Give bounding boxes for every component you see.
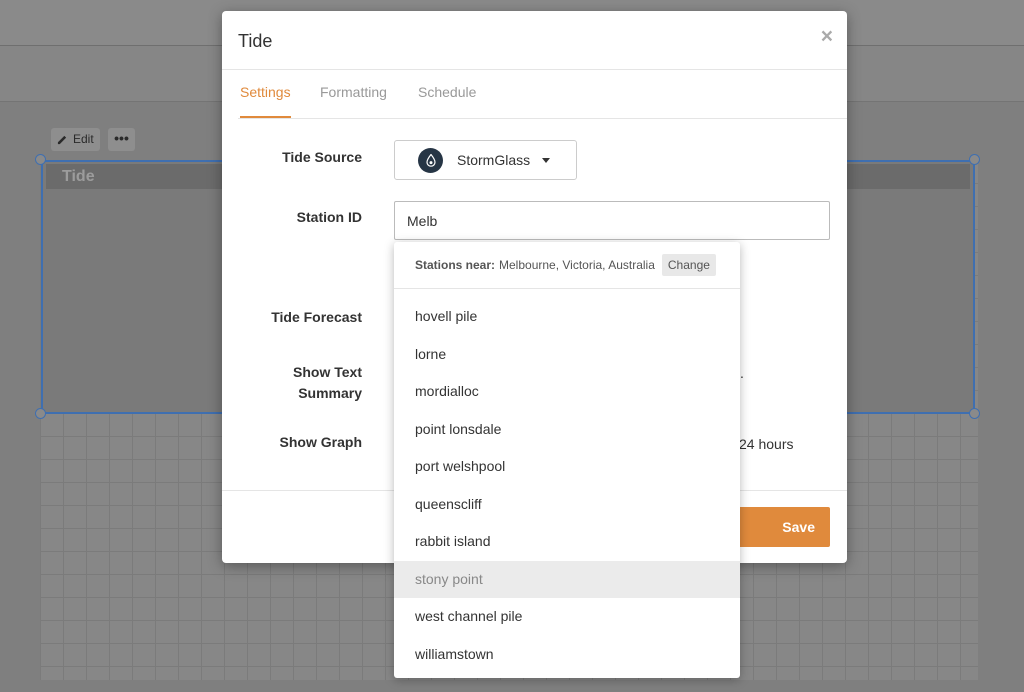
widget-edit-button[interactable]: Edit	[51, 128, 100, 151]
tabs-divider	[238, 118, 847, 119]
resize-handle-bottom-right[interactable]	[969, 408, 980, 419]
station-option[interactable]: point lonsdale	[394, 411, 740, 449]
station-option[interactable]: hovell pile	[394, 298, 740, 336]
tide-forecast-label: Tide Forecast	[271, 309, 362, 325]
close-icon[interactable]: ×	[821, 25, 833, 49]
station-option[interactable]: lorne	[394, 336, 740, 374]
station-list: hovell pile lorne mordialloc point lonsd…	[394, 298, 740, 673]
tab-settings[interactable]: Settings	[240, 84, 291, 118]
show-text-summary-line2: Summary	[298, 385, 362, 401]
show-text-summary-line1: Show Text	[293, 364, 362, 380]
resize-handle-bottom-left[interactable]	[35, 408, 46, 419]
change-location-button[interactable]: Change	[661, 254, 716, 276]
show-graph-label: Show Graph	[279, 434, 362, 450]
station-id-label: Station ID	[296, 209, 362, 225]
resize-handle-top-right[interactable]	[969, 154, 980, 165]
graph-hours-text: 24 hours	[739, 436, 794, 452]
tide-source-label: Tide Source	[282, 149, 362, 165]
show-text-summary-label: Show Text Summary	[222, 362, 362, 404]
modal-title: Tide	[238, 31, 273, 51]
resize-handle-top-left[interactable]	[35, 154, 46, 165]
stations-near-location: Melbourne, Victoria, Australia	[499, 258, 655, 272]
station-option[interactable]: west channel pile	[394, 598, 740, 636]
widget-edit-label: Edit	[73, 132, 94, 146]
widget-more-button[interactable]: •••	[108, 128, 135, 151]
station-option[interactable]: port welshpool	[394, 448, 740, 486]
station-option-hovered[interactable]: stony point	[394, 560, 740, 598]
pencil-icon	[57, 135, 67, 145]
tab-schedule[interactable]: Schedule	[418, 84, 476, 118]
station-id-input[interactable]	[394, 201, 830, 240]
station-option[interactable]: williamstown	[394, 636, 740, 674]
station-option[interactable]: queenscliff	[394, 486, 740, 524]
station-option[interactable]: mordialloc	[394, 373, 740, 411]
stations-near-header: Stations near: Melbourne, Victoria, Aust…	[394, 242, 740, 289]
water-drop-icon	[418, 147, 443, 173]
station-option[interactable]: rabbit island	[394, 523, 740, 561]
tab-formatting[interactable]: Formatting	[320, 84, 387, 118]
station-suggestions-dropdown: Stations near: Melbourne, Victoria, Aust…	[394, 242, 740, 678]
caret-down-icon	[542, 157, 551, 163]
modal-tabs: Settings Formatting Schedule	[238, 71, 847, 119]
summary-text-tail: .	[740, 365, 744, 381]
stations-near-label: Stations near:	[415, 258, 496, 272]
tide-source-dropdown[interactable]: StormGlass	[394, 140, 577, 180]
modal-header: Tide ×	[222, 11, 847, 70]
tide-source-value: StormGlass	[457, 152, 531, 168]
